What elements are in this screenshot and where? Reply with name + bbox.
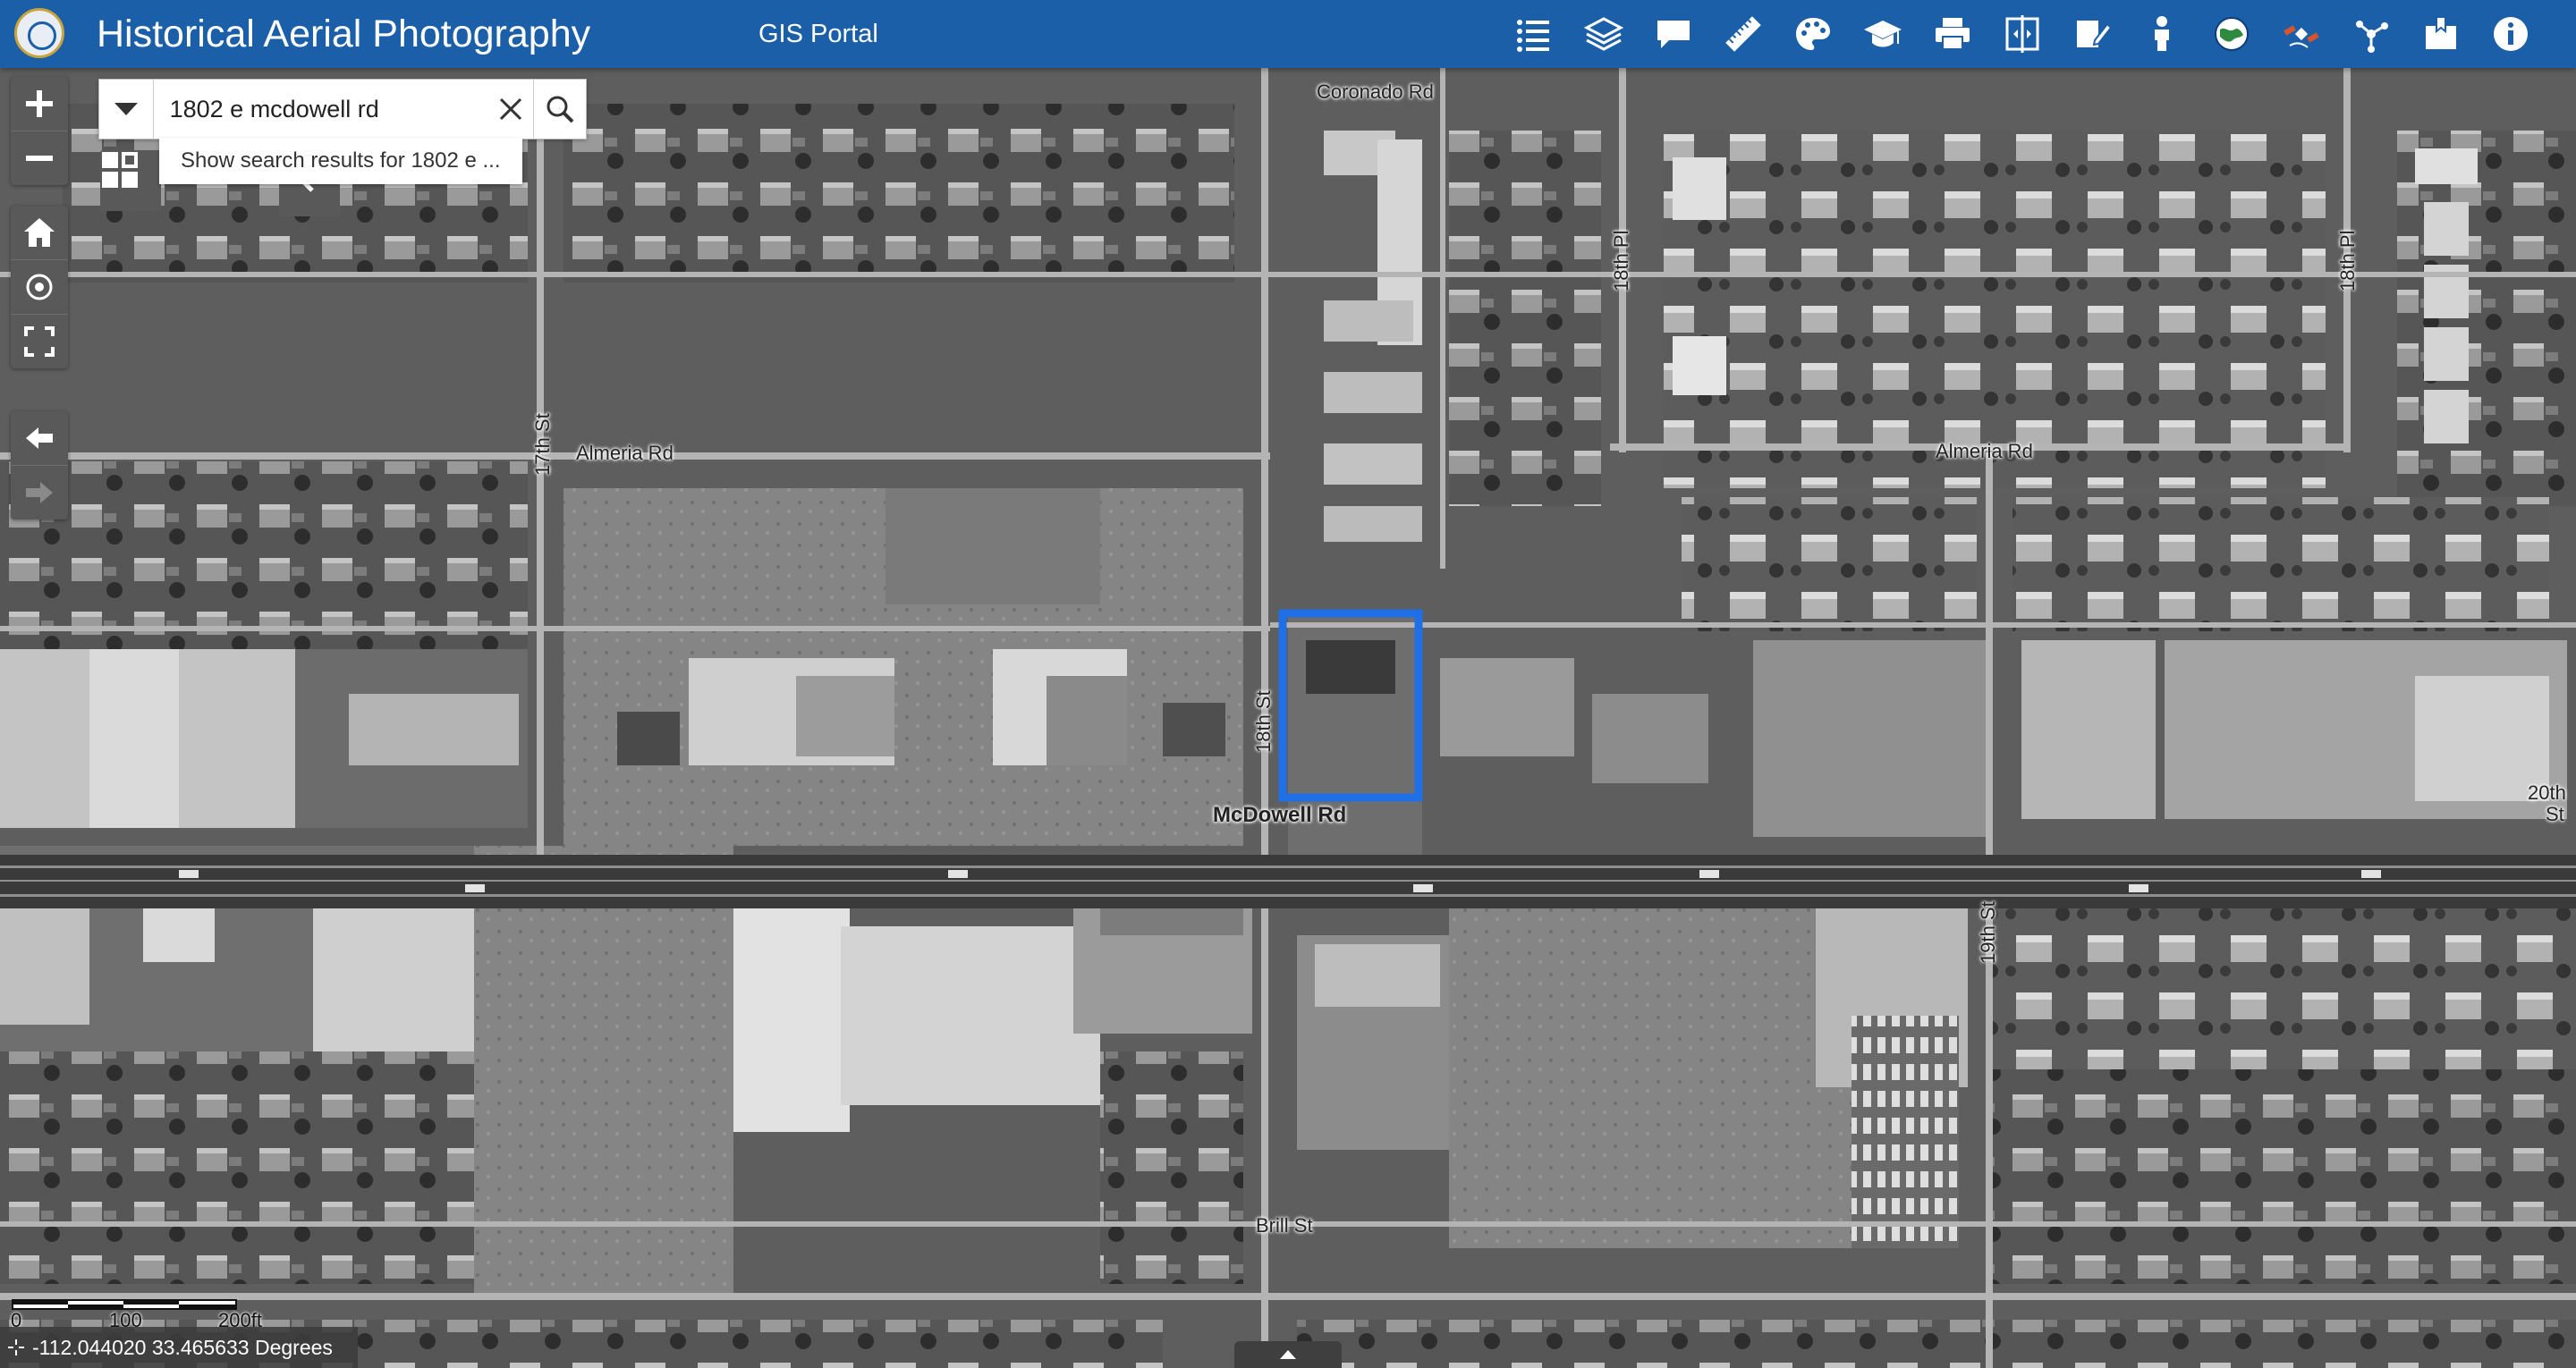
street-label: 18th Pl: [2336, 230, 2359, 292]
street-label: Almeria Rd: [576, 442, 674, 464]
street-label: McDowell Rd: [1213, 803, 1347, 827]
print-icon[interactable]: [1918, 0, 1987, 68]
person-icon[interactable]: [2127, 0, 2197, 68]
coordinate-text: -112.044020 33.465633 Degrees: [32, 1335, 333, 1359]
swipe-compare-icon[interactable]: [1987, 0, 2057, 68]
palette-icon[interactable]: [1778, 0, 1848, 68]
aerial-imagery: [0, 68, 2576, 1368]
bookmark-icon[interactable]: [2406, 0, 2476, 68]
coordinate-readout: -112.044020 33.465633 Degrees: [0, 1327, 358, 1368]
search-input[interactable]: [153, 80, 488, 139]
attribute-table-toggle[interactable]: [1234, 1341, 1342, 1368]
search-suggestion[interactable]: Show search results for 1802 e ...: [159, 138, 522, 184]
street-label: 18th Pl: [1610, 230, 1632, 292]
app-header: Historical Aerial Photography GIS Portal: [0, 0, 2576, 68]
layer-list-icon[interactable]: [1499, 0, 1569, 68]
navigation-control: [11, 206, 68, 368]
search-bar: [98, 79, 587, 139]
clear-search-button[interactable]: [488, 80, 534, 139]
chevron-up-icon: [1280, 1350, 1296, 1359]
street-label: 20th: [2528, 781, 2566, 804]
basemap-gallery-button[interactable]: [100, 150, 161, 211]
zoom-out-button[interactable]: [11, 131, 68, 185]
search-submit-button[interactable]: [533, 80, 586, 139]
layers-icon[interactable]: [1569, 0, 1639, 68]
locate-button[interactable]: [11, 259, 68, 314]
chat-icon[interactable]: [1639, 0, 1708, 68]
street-label: 19th St: [1977, 901, 1999, 964]
search-source-dropdown[interactable]: [99, 80, 154, 139]
zoom-in-button[interactable]: [11, 77, 68, 131]
satellite-icon[interactable]: [2267, 0, 2336, 68]
globe-icon[interactable]: [2197, 0, 2267, 68]
aerial-map[interactable]: Coronado Rd Almeria Rd Almeria Rd McDowe…: [0, 68, 2576, 1368]
zoom-control: [11, 77, 68, 185]
fullscreen-button[interactable]: [11, 314, 68, 368]
street-label: Almeria Rd: [1936, 440, 2033, 462]
street-label: Coronado Rd: [1317, 80, 1434, 103]
measure-ruler-icon[interactable]: [1708, 0, 1778, 68]
street-label: St: [2546, 803, 2564, 825]
graduation-cap-icon[interactable]: [1848, 0, 1918, 68]
crosshair-icon[interactable]: [0, 1339, 32, 1355]
extent-navigation-control: [11, 411, 68, 519]
header-toolbar: [1499, 0, 2546, 68]
home-button[interactable]: [11, 206, 68, 259]
info-icon[interactable]: [2476, 0, 2546, 68]
street-label: 17th St: [531, 413, 554, 476]
previous-extent-button[interactable]: [11, 411, 68, 465]
app-subtitle[interactable]: GIS Portal: [758, 18, 878, 50]
street-label: 18th St: [1252, 690, 1275, 753]
next-extent-button[interactable]: [11, 465, 68, 519]
street-label: Brill St: [1256, 1214, 1313, 1237]
app-title: Historical Aerial Photography: [97, 13, 591, 55]
county-seal-logo: [14, 8, 64, 58]
share-icon[interactable]: [2336, 0, 2406, 68]
edit-note-icon[interactable]: [2057, 0, 2127, 68]
